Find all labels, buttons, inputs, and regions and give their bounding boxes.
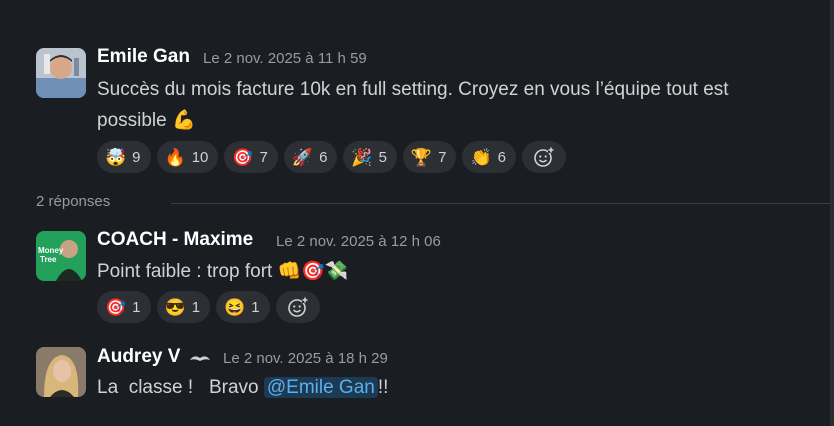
reaction-emoji: 🚀 <box>291 147 314 167</box>
add-reaction-icon <box>287 297 308 317</box>
avatar[interactable]: Money Tree <box>36 231 86 281</box>
reaction-count: 1 <box>132 298 141 316</box>
reaction-count: 1 <box>191 298 201 316</box>
reaction-pill[interactable]: 🎯 1 <box>97 291 151 323</box>
author-name[interactable]: Emile Gan <box>97 46 190 68</box>
reaction-pill[interactable]: 🎯 7 <box>224 141 278 173</box>
reaction-pill[interactable]: 😎 1 <box>156 291 211 323</box>
reaction-pill[interactable]: 👏 6 <box>462 141 516 173</box>
thread-divider: 2 réponses <box>36 193 830 213</box>
reaction-bar: 🤯 9 🔥 10 🎯 7 🚀 6 🎉 5 🏆 7 👏 6 <box>97 141 566 173</box>
reaction-emoji: 🎯 <box>232 147 254 167</box>
message-line: Succès du mois facture 10k en full setti… <box>97 79 729 100</box>
message-text: Point faible : trop fort 👊🎯💸 <box>97 261 349 282</box>
reaction-bar: 🎯 1 😎 1 😆 1 <box>97 291 320 323</box>
reaction-count: 7 <box>259 148 268 166</box>
message-text: La classe ! Bravo @Emile Gan!! <box>97 372 388 403</box>
reaction-pill[interactable]: 😆 1 <box>216 291 270 323</box>
svg-text:Money: Money <box>38 246 64 255</box>
message-line: possible 💪 <box>97 110 196 131</box>
message-text: Succès du mois facture 10k en full setti… <box>97 74 729 136</box>
reaction-pill[interactable]: 🚀 6 <box>283 141 338 173</box>
author-name[interactable]: COACH - Maxime <box>97 229 253 251</box>
reaction-pill[interactable]: 🏆 7 <box>402 141 457 173</box>
timestamp[interactable]: Le 2 nov. 2025 à 11 h 59 <box>203 50 367 67</box>
avatar[interactable] <box>36 347 86 397</box>
reaction-emoji: 🎉 <box>351 147 373 167</box>
reaction-emoji: 👏 <box>470 147 492 167</box>
replies-count: 2 réponses <box>36 193 111 210</box>
timestamp[interactable]: Le 2 nov. 2025 à 12 h 06 <box>276 233 441 250</box>
reaction-count: 1 <box>251 298 260 316</box>
message-text-prefix: La classe ! Bravo <box>97 377 264 398</box>
mustache-icon <box>190 356 210 361</box>
add-reaction-button[interactable] <box>275 291 320 323</box>
reaction-count: 6 <box>319 148 328 166</box>
message-text-suffix: !! <box>377 377 389 398</box>
add-reaction-button[interactable] <box>521 141 566 173</box>
reaction-emoji: 🏆 <box>410 147 433 167</box>
add-reaction-icon <box>534 147 554 167</box>
reaction-count: 10 <box>191 148 209 166</box>
user-mention[interactable]: @Emile Gan <box>263 377 378 398</box>
reaction-count: 6 <box>497 148 506 166</box>
divider-line <box>171 203 830 204</box>
reaction-count: 7 <box>438 148 447 166</box>
reaction-emoji: 😆 <box>224 297 246 317</box>
reaction-pill[interactable]: 🤯 9 <box>97 141 151 173</box>
svg-text:Tree: Tree <box>40 255 57 264</box>
reaction-emoji: 😎 <box>164 297 186 317</box>
avatar[interactable] <box>36 48 86 98</box>
timestamp[interactable]: Le 2 nov. 2025 à 18 h 29 <box>223 350 388 367</box>
reaction-emoji: 🔥 <box>164 147 186 167</box>
reaction-count: 5 <box>378 148 387 166</box>
author-name[interactable]: Audrey V <box>97 346 180 368</box>
reaction-count: 9 <box>132 148 141 166</box>
scrollbar-track[interactable] <box>830 0 834 426</box>
reaction-emoji: 🤯 <box>105 147 127 167</box>
reaction-pill[interactable]: 🔥 10 <box>156 141 219 173</box>
reaction-pill[interactable]: 🎉 5 <box>343 141 397 173</box>
reaction-emoji: 🎯 <box>105 297 127 317</box>
